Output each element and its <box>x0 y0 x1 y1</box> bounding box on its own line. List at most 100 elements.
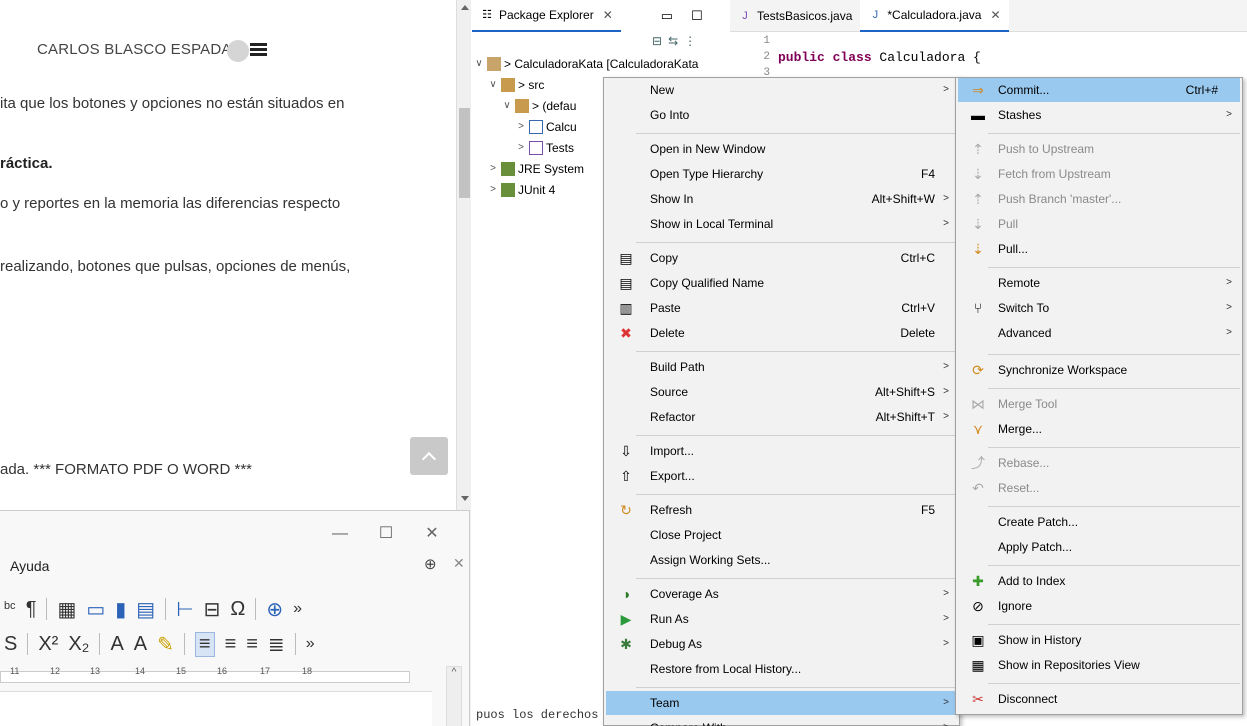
font-color-icon[interactable]: A <box>134 633 147 656</box>
menu-item-rebase[interactable]: ⤴ Rebase... <box>958 451 1240 475</box>
close-icon[interactable]: ✕ <box>409 523 455 543</box>
insert-image-icon[interactable]: ▭ <box>86 597 105 622</box>
menu-item-copy[interactable]: ▤ Copy Ctrl+C <box>606 246 957 270</box>
scroll-up-arrow-icon[interactable]: ^ <box>452 667 457 678</box>
menu-item-disconnect[interactable]: ✂ Disconnect <box>958 687 1240 711</box>
menu-item-new[interactable]: New > <box>606 78 957 102</box>
menu-item-open-in-new-window[interactable]: Open in New Window <box>606 137 957 161</box>
scroll-thumb[interactable] <box>459 108 470 198</box>
scroll-down-arrow-icon[interactable] <box>461 496 469 501</box>
menu-item-switch-to[interactable]: ⑂ Switch To > <box>958 296 1240 320</box>
menu-item-pull[interactable]: ⇣ Pull... <box>958 237 1240 261</box>
menu-item-build-path[interactable]: Build Path > <box>606 355 957 379</box>
insert-field-icon[interactable]: ⊟ <box>204 597 221 622</box>
maximize-view-icon[interactable]: ☐ <box>691 8 703 24</box>
tree-item-project[interactable]: ∨ > CalculadoraKata [CalculadoraKata <box>474 55 698 73</box>
superscript-icon[interactable]: X² <box>38 633 58 656</box>
align-center-icon[interactable]: ≡ <box>225 633 237 656</box>
menu-item-stashes[interactable]: ▬ Stashes > <box>958 103 1240 127</box>
page-break-icon[interactable]: ⊢ <box>176 597 193 622</box>
menu-item-refresh[interactable]: ↻ Refresh F5 <box>606 498 957 522</box>
menu-item-run-as[interactable]: ▶ Run As > <box>606 607 957 631</box>
close-document-icon[interactable]: ✕ <box>453 555 465 572</box>
insert-textbox-icon[interactable]: ▤ <box>136 597 155 622</box>
menu-item-show-in-history[interactable]: ▣ Show in History <box>958 628 1240 652</box>
insert-chart-icon[interactable]: ▮ <box>115 597 126 622</box>
menu-item-merge-tool[interactable]: ⋈ Merge Tool <box>958 392 1240 416</box>
menu-item-debug-as[interactable]: ✱ Debug As > <box>606 632 957 656</box>
language-globe-icon[interactable]: ⊕ <box>424 555 437 573</box>
menu-item-go-into[interactable]: Go Into <box>606 103 957 127</box>
ruler[interactable]: 11 12 13 14 15 16 17 18 <box>0 666 440 686</box>
menu-item-ignore[interactable]: ⊘ Ignore <box>958 594 1240 618</box>
avatar[interactable] <box>227 40 249 62</box>
hamburger-menu-icon[interactable] <box>250 43 267 57</box>
menu-item-synchronize-workspace[interactable]: ⟳ Synchronize Workspace <box>958 358 1240 382</box>
spellcheck-icon[interactable]: ᵇᶜ <box>4 600 16 618</box>
highlight-color-icon[interactable]: ✎ <box>157 632 174 657</box>
user-name[interactable]: CARLOS BLASCO ESPADA <box>37 41 232 58</box>
menu-item-merge[interactable]: ⋎ Merge... <box>958 417 1240 441</box>
strikethrough-icon[interactable]: S <box>4 633 17 656</box>
menu-item-export[interactable]: ⇧ Export... <box>606 464 957 488</box>
scroll-up-arrow-icon[interactable] <box>461 5 469 10</box>
tab-calculadora[interactable]: J *Calculadora.java ✕ <box>860 0 1009 32</box>
tree-item-tests[interactable]: > Tests <box>516 139 574 157</box>
chevron-down-icon[interactable]: ∨ <box>474 55 484 73</box>
menu-item-copy-qualified-name[interactable]: ▤ Copy Qualified Name <box>606 271 957 295</box>
chevron-down-icon[interactable]: ∨ <box>502 97 512 115</box>
menu-item-pull[interactable]: ⇣ Pull <box>958 212 1240 236</box>
tree-item-jre[interactable]: > JRE System <box>488 160 584 178</box>
menu-item-import[interactable]: ⇩ Import... <box>606 439 957 463</box>
justify-icon[interactable]: ≣ <box>268 632 285 657</box>
tree-item-junit[interactable]: > JUnit 4 <box>488 181 555 199</box>
menu-item-refactor[interactable]: Refactor Alt+Shift+T > <box>606 405 957 429</box>
hyperlink-icon[interactable]: ⊕ <box>266 597 283 622</box>
chevron-right-icon[interactable]: > <box>488 160 498 178</box>
menu-item-advanced[interactable]: Advanced > <box>958 321 1240 345</box>
collapse-all-icon[interactable]: ⊟ <box>652 34 668 48</box>
menu-item-push-to-upstream[interactable]: ⇡ Push to Upstream <box>958 137 1240 161</box>
tree-item-calculadora[interactable]: > Calcu <box>516 118 577 136</box>
menu-item-source[interactable]: Source Alt+Shift+S > <box>606 380 957 404</box>
chevron-right-icon[interactable]: > <box>516 139 526 157</box>
menu-item-assign-working-sets[interactable]: Assign Working Sets... <box>606 548 957 572</box>
menu-item-compare-with[interactable]: Compare With > <box>606 716 957 726</box>
menu-item-paste[interactable]: ▥ Paste Ctrl+V <box>606 296 957 320</box>
close-tab-icon[interactable]: ✕ <box>990 8 1000 22</box>
chevron-down-icon[interactable]: ∨ <box>488 76 498 94</box>
menu-item-remote[interactable]: Remote > <box>958 271 1240 295</box>
menu-item-show-in[interactable]: Show In Alt+Shift+W > <box>606 187 957 211</box>
menu-item-show-in-repositories-view[interactable]: ▦ Show in Repositories View <box>958 653 1240 677</box>
menu-item-show-in-local-terminal[interactable]: Show in Local Terminal > <box>606 212 957 236</box>
scroll-to-top-button[interactable] <box>410 437 448 475</box>
menu-item-push-branch-master[interactable]: ⇡ Push Branch 'master'... <box>958 187 1240 211</box>
link-editor-icon[interactable]: ⇆ <box>668 34 684 48</box>
special-character-icon[interactable]: Ω <box>230 598 245 621</box>
tab-testsbasicos[interactable]: J TestsBasicos.java <box>730 0 860 32</box>
writer-scrollbar[interactable]: ^ <box>446 666 462 726</box>
more-toolbar-icon[interactable]: » <box>306 635 315 653</box>
formatting-marks-icon[interactable]: ¶ <box>26 598 37 621</box>
menu-item-apply-patch[interactable]: Apply Patch... <box>958 535 1240 559</box>
insert-table-icon[interactable]: ▦ <box>57 597 76 622</box>
view-menu-icon[interactable]: ⋮ <box>684 34 702 48</box>
menu-item-add-to-index[interactable]: ✚ Add to Index <box>958 569 1240 593</box>
menu-item-delete[interactable]: ✖ Delete Delete <box>606 321 957 345</box>
document-page[interactable] <box>0 691 432 726</box>
menu-item-coverage-as[interactable]: ◑ Coverage As > <box>606 582 957 606</box>
align-left-icon[interactable]: ≡ <box>194 631 215 657</box>
chevron-right-icon[interactable]: > <box>488 181 498 199</box>
menu-item-restore-from-local-history[interactable]: Restore from Local History... <box>606 657 957 681</box>
chevron-right-icon[interactable]: > <box>516 118 526 136</box>
maximize-icon[interactable]: ☐ <box>363 523 409 543</box>
menu-item-close-project[interactable]: Close Project <box>606 523 957 547</box>
tree-item-src[interactable]: ∨ > src <box>488 76 544 94</box>
menu-help[interactable]: Ayuda <box>10 558 49 574</box>
align-right-icon[interactable]: ≡ <box>246 633 258 656</box>
minimize-icon[interactable]: — <box>317 525 363 543</box>
menu-item-reset[interactable]: ↶ Reset... <box>958 476 1240 500</box>
tree-item-default-package[interactable]: ∨ > (defau <box>502 97 576 115</box>
menu-item-commit[interactable]: ⇒ Commit... Ctrl+# <box>958 78 1240 102</box>
tab-package-explorer[interactable]: ☷ Package Explorer ✕ <box>472 0 621 32</box>
